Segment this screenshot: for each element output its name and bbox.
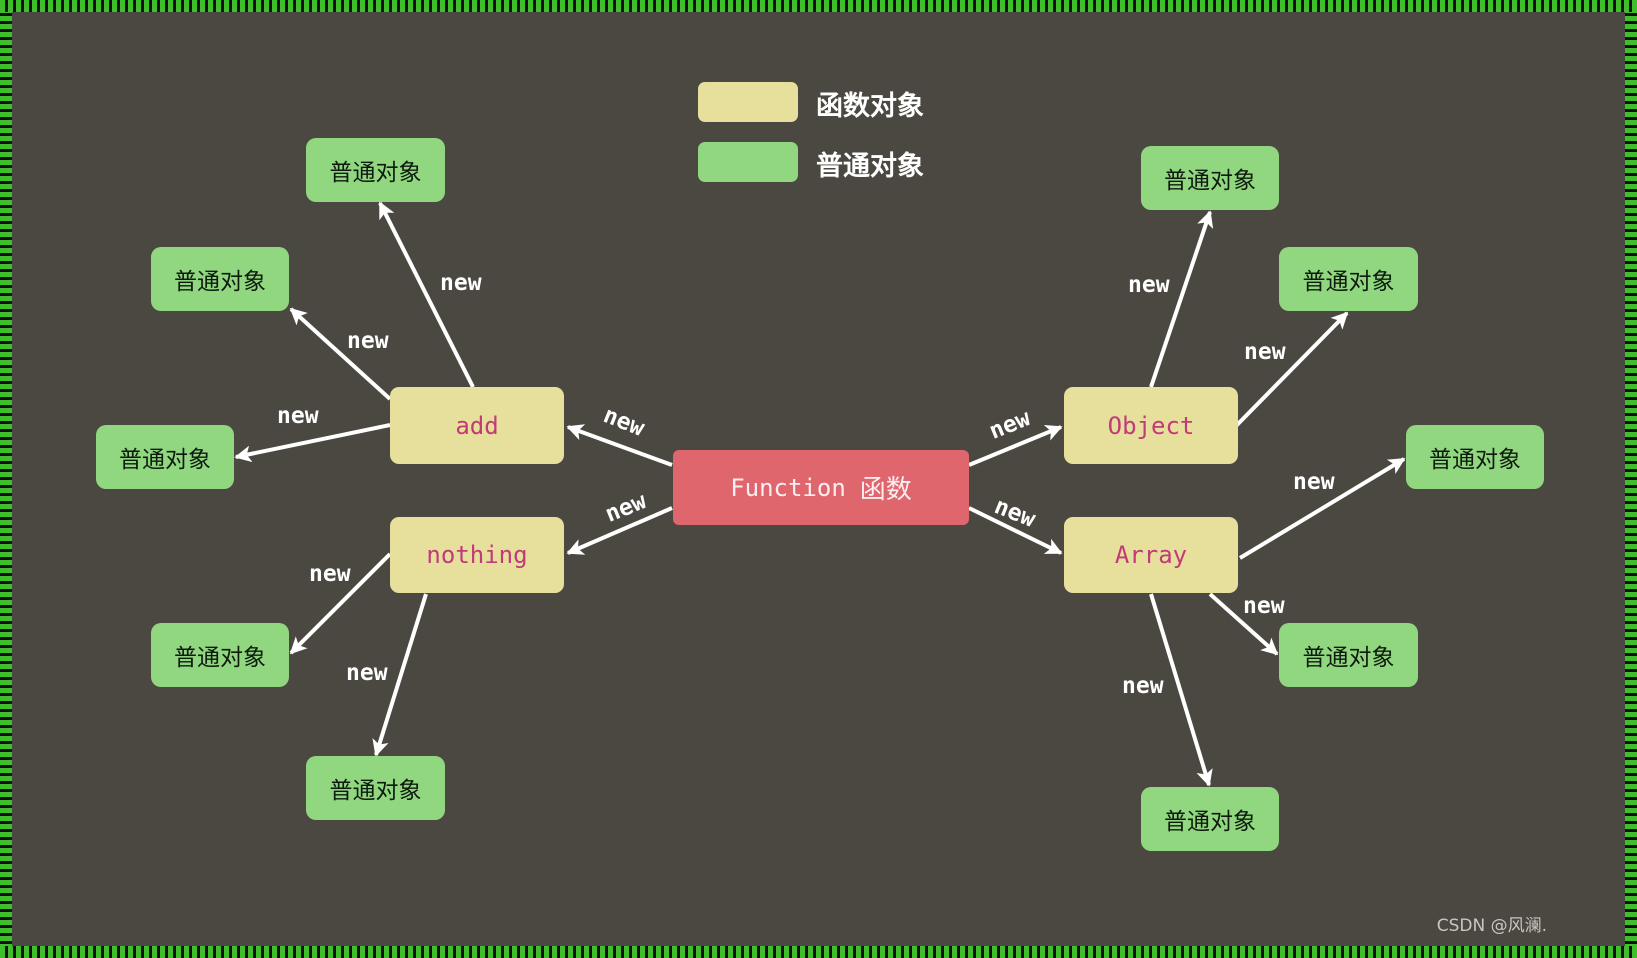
arrow-add-3: [234, 423, 391, 463]
plain-object-object-1[interactable]: 普通对象: [1141, 146, 1279, 210]
function-root-node[interactable]: Function 函数: [673, 450, 969, 525]
edge-label-array-3: new: [1122, 673, 1164, 699]
edge-label-add-2: new: [347, 328, 389, 354]
plain-object-add-2[interactable]: 普通对象: [151, 247, 289, 311]
edge-label-nothing-2: new: [346, 660, 388, 686]
function-node-array[interactable]: Array: [1064, 517, 1238, 593]
plain-object-add-1[interactable]: 普通对象: [306, 138, 445, 202]
legend-swatch-plain-object: [698, 142, 798, 182]
legend-swatch-function-object: [698, 82, 798, 122]
plain-object-nothing-1[interactable]: 普通对象: [151, 623, 289, 687]
root-code: Function: [730, 473, 846, 502]
legend-label-function-object: 函数对象: [816, 91, 924, 122]
legend-label-plain-object: 普通对象: [816, 151, 924, 182]
arrow-object-2: [1232, 311, 1349, 430]
edge-label-array-2: new: [1243, 593, 1285, 619]
plain-object-add-3[interactable]: 普通对象: [96, 425, 234, 489]
function-node-add[interactable]: add: [390, 387, 564, 464]
plain-object-object-2[interactable]: 普通对象: [1279, 247, 1418, 311]
edge-label-nothing-1: new: [309, 561, 351, 587]
edge-label-array-1: new: [1293, 469, 1335, 495]
edge-label-object-2: new: [1244, 339, 1286, 365]
plain-object-array-1[interactable]: 普通对象: [1406, 425, 1544, 489]
edge-label-object-1: new: [1128, 272, 1170, 298]
plain-object-array-3[interactable]: 普通对象: [1141, 787, 1279, 851]
arrow-add-2: [289, 307, 392, 401]
function-node-nothing[interactable]: nothing: [390, 517, 564, 593]
edge-label-add-3: new: [277, 403, 319, 429]
plain-object-array-2[interactable]: 普通对象: [1279, 623, 1418, 687]
watermark: CSDN @风澜.: [1436, 916, 1547, 936]
root-label: 函数: [859, 475, 912, 505]
arrow-object-1: [1149, 210, 1214, 388]
plain-object-nothing-2[interactable]: 普通对象: [306, 756, 445, 820]
edge-label-add-1: new: [440, 270, 482, 296]
function-node-object[interactable]: Object: [1064, 387, 1238, 464]
